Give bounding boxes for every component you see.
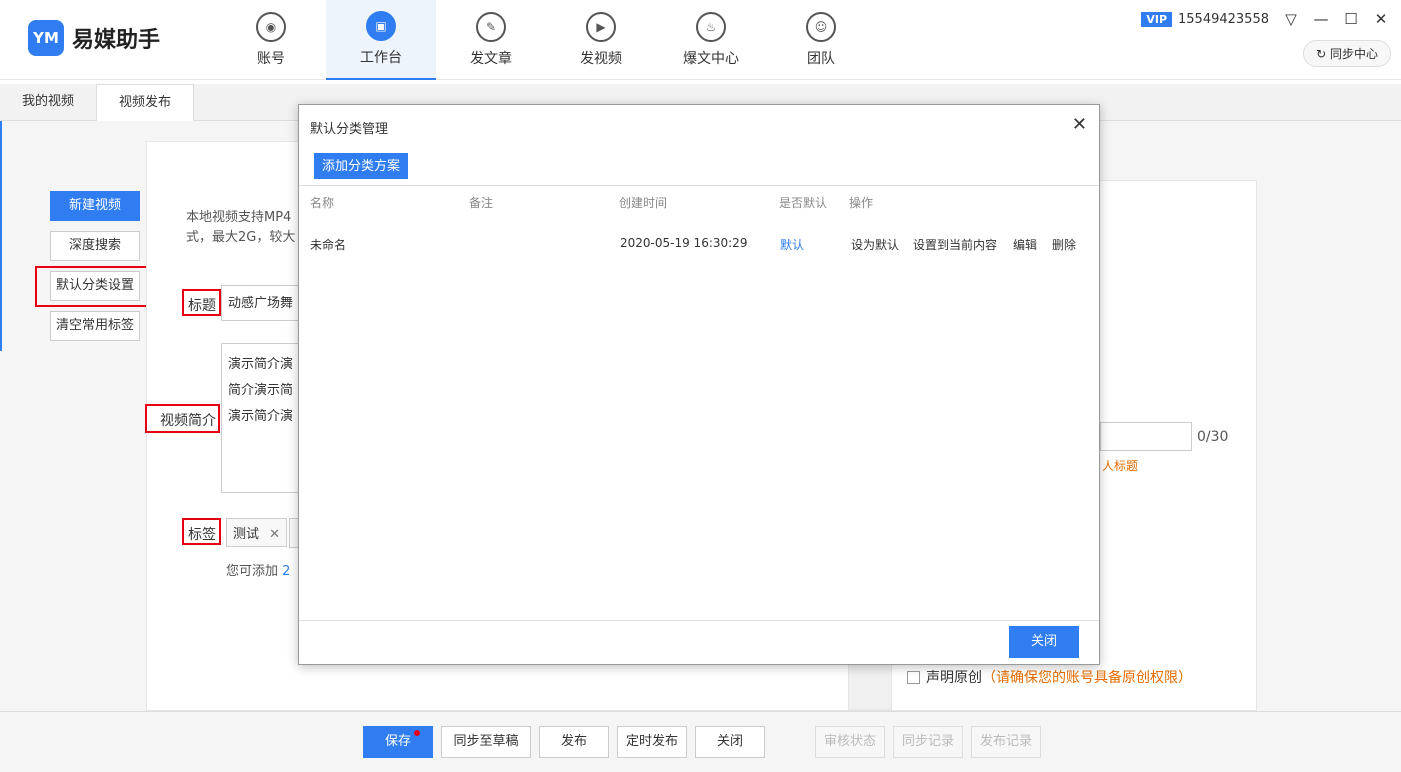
sync-center-button[interactable]: ↻ 同步中心 xyxy=(1303,40,1391,67)
remove-tag-icon[interactable]: ✕ xyxy=(269,527,280,542)
menu-icon[interactable]: ▽ xyxy=(1283,10,1299,28)
sync-draft-button[interactable]: 同步至草稿 xyxy=(441,726,531,758)
app-name: 易媒助手 xyxy=(72,28,161,53)
intro-line: 演示简介演 xyxy=(228,409,294,424)
tab-video-publish[interactable]: 视频发布 xyxy=(96,84,195,121)
video-icon: ▶ xyxy=(586,12,616,42)
set-default-action[interactable]: 设为默认 xyxy=(851,236,899,253)
nav-label: 发视频 xyxy=(580,51,622,67)
title-hint: 人标题 xyxy=(1102,459,1139,473)
sync-records-button[interactable]: 同步记录 xyxy=(893,726,963,758)
maximize-icon[interactable]: ☐ xyxy=(1343,10,1359,28)
sync-icon: ↻ xyxy=(1316,47,1327,61)
top-bar: YM 易媒助手 ◉ 账号 ▣ 工作台 ✎ 发文章 ▶ 发视频 ♨ 爆文中心 ☺ … xyxy=(0,0,1401,80)
tag-chip: 测试 ✕ xyxy=(226,518,288,547)
fire-icon: ♨ xyxy=(696,12,726,42)
schedule-publish-button[interactable]: 定时发布 xyxy=(617,726,687,758)
char-counter: 0/30 xyxy=(1197,429,1229,445)
side-accent xyxy=(0,121,2,351)
dialog-title: 默认分类管理 xyxy=(310,122,389,137)
sync-center-label: 同步中心 xyxy=(1329,47,1378,61)
tab-my-videos[interactable]: 我的视频 xyxy=(0,84,96,120)
tags-tip-count: 2 xyxy=(282,564,291,579)
declare-original-checkbox[interactable] xyxy=(907,671,920,684)
column-header-created: 创建时间 xyxy=(619,196,668,210)
highlight-box xyxy=(35,266,154,307)
upload-tip: 式，最大2G，较大 xyxy=(186,230,296,245)
user-phone[interactable]: 15549423558 xyxy=(1178,12,1269,27)
row-default-badge: 默认 xyxy=(780,238,805,252)
deep-search-button[interactable]: 深度搜索 xyxy=(50,231,140,261)
publish-button[interactable]: 发布 xyxy=(539,726,609,758)
apply-to-current-action[interactable]: 设置到当前内容 xyxy=(913,236,997,253)
row-created: 2020-05-19 16:30:29 xyxy=(620,236,748,250)
nav-label: 爆文中心 xyxy=(683,51,739,67)
app-logo: YM 易媒助手 xyxy=(28,20,160,56)
upload-tip: 本地视频支持MP4 xyxy=(186,210,292,225)
highlight-box xyxy=(145,404,220,433)
minimize-icon[interactable]: — xyxy=(1313,10,1329,28)
highlight-box xyxy=(182,289,221,316)
nav-label: 工作台 xyxy=(360,50,402,66)
unsaved-dot xyxy=(414,730,420,736)
main-nav: ◉ 账号 ▣ 工作台 ✎ 发文章 ▶ 发视频 ♨ 爆文中心 ☺ 团队 xyxy=(216,0,876,80)
nav-label: 发文章 xyxy=(470,51,512,67)
nav-video[interactable]: ▶ 发视频 xyxy=(546,0,656,80)
column-header-note: 备注 xyxy=(469,196,494,210)
nav-hot-center[interactable]: ♨ 爆文中心 xyxy=(656,0,766,80)
tags-tip-text: 您可添加 xyxy=(226,564,283,579)
divider xyxy=(299,185,1099,186)
logo-icon: YM xyxy=(28,20,64,56)
close-icon[interactable]: ✕ xyxy=(1072,114,1087,135)
column-header-name: 名称 xyxy=(310,196,335,210)
right-panel-header xyxy=(1100,141,1257,181)
declare-original-row: 声明原创（请确保您的账号具备原创权限） xyxy=(907,667,1192,687)
edit-action[interactable]: 编辑 xyxy=(1013,236,1037,253)
nav-team[interactable]: ☺ 团队 xyxy=(766,0,876,80)
close-icon[interactable]: ✕ xyxy=(1373,10,1389,28)
save-button[interactable]: 保存 xyxy=(363,726,433,758)
review-status-button[interactable]: 审核状态 xyxy=(815,726,885,758)
dialog-close-button[interactable]: 关闭 xyxy=(1009,626,1079,658)
nav-workbench[interactable]: ▣ 工作台 xyxy=(326,0,436,80)
publish-records-button[interactable]: 发布记录 xyxy=(971,726,1041,758)
clear-tags-button[interactable]: 清空常用标签 xyxy=(50,311,140,341)
intro-line: 演示简介演 xyxy=(228,357,294,372)
highlight-box xyxy=(182,518,221,545)
add-category-scheme-button[interactable]: 添加分类方案 xyxy=(314,153,409,179)
declare-original-warning: （请确保您的账号具备原创权限） xyxy=(982,670,1192,686)
workbench-icon: ▣ xyxy=(366,11,396,41)
intro-line: 简介演示简 xyxy=(228,383,294,398)
tags-tip: 您可添加 2 xyxy=(226,560,290,579)
nav-article[interactable]: ✎ 发文章 xyxy=(436,0,546,80)
declare-original-label: 声明原创 xyxy=(926,670,982,686)
save-label: 保存 xyxy=(384,734,411,749)
divider xyxy=(299,620,1099,621)
team-icon: ☺ xyxy=(806,12,836,42)
nav-label: 团队 xyxy=(807,51,835,67)
close-button[interactable]: 关闭 xyxy=(695,726,765,758)
account-icon: ◉ xyxy=(256,12,286,42)
column-header-default: 是否默认 xyxy=(779,196,828,210)
nav-label: 账号 xyxy=(257,51,285,67)
column-header-actions: 操作 xyxy=(849,196,874,210)
bottom-toolbar: 保存 同步至草稿 发布 定时发布 关闭 审核状态 同步记录 发布记录 xyxy=(0,711,1401,772)
window-controls: VIP 15549423558 ▽ — ☐ ✕ xyxy=(1141,10,1389,28)
new-video-button[interactable]: 新建视频 xyxy=(50,191,140,221)
delete-action[interactable]: 删除 xyxy=(1052,236,1076,253)
nav-account[interactable]: ◉ 账号 xyxy=(216,0,326,80)
default-category-dialog: 默认分类管理 ✕ 添加分类方案 名称 备注 创建时间 是否默认 操作 未命名 2… xyxy=(298,104,1100,665)
row-name: 未命名 xyxy=(310,238,347,252)
article-icon: ✎ xyxy=(476,12,506,42)
platform-thumbnail xyxy=(848,660,892,710)
tag-text: 测试 xyxy=(233,527,260,542)
vip-badge: VIP xyxy=(1141,11,1173,27)
right-title-input[interactable] xyxy=(1100,422,1192,451)
